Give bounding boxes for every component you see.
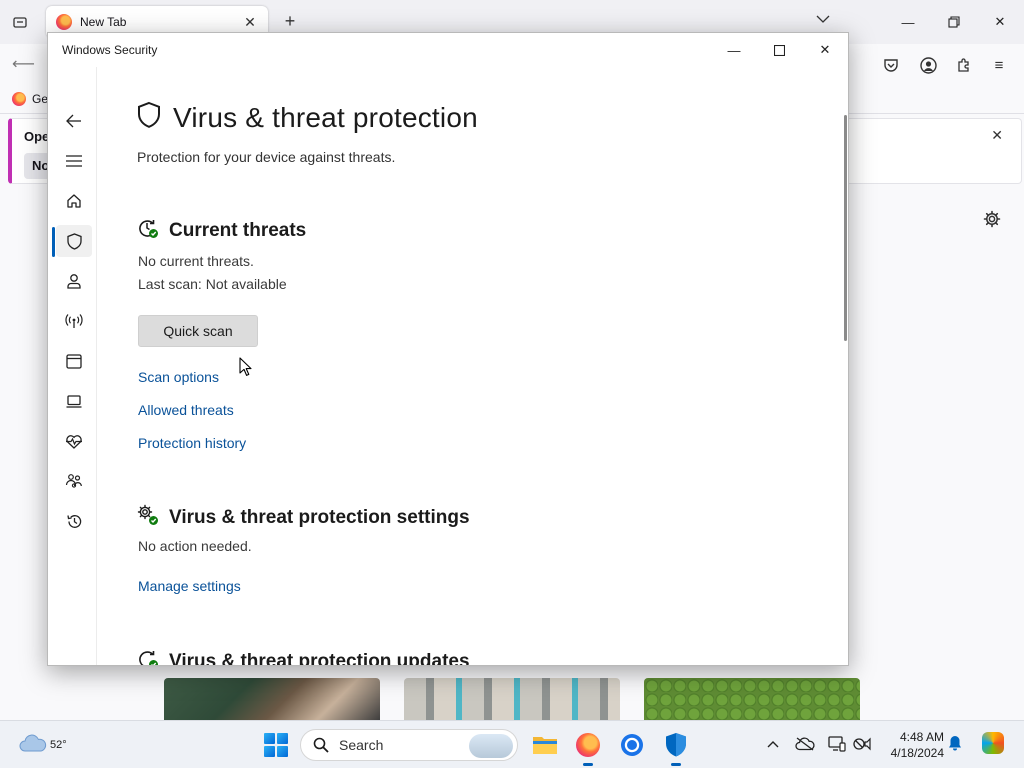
firefox-logo-icon (576, 733, 600, 757)
chevron-down-icon[interactable] (816, 11, 830, 27)
settings-status-text: No action needed. (138, 538, 252, 554)
story-thumbnail[interactable] (164, 678, 380, 722)
menu-icon[interactable] (56, 145, 92, 177)
bookmark-item[interactable]: Get (12, 92, 51, 106)
chrome-icon[interactable] (616, 729, 648, 761)
search-icon (313, 737, 329, 753)
account-icon[interactable] (917, 54, 939, 76)
active-nav-indicator (52, 227, 55, 257)
search-placeholder: Search (339, 737, 384, 753)
settings-gear-check-icon (137, 504, 159, 531)
windows-security-taskbar-icon[interactable] (660, 729, 692, 766)
cloud-icon (19, 734, 47, 752)
search-highlight-image (469, 734, 513, 758)
update-refresh-check-icon (137, 648, 159, 665)
page-title: Virus & threat protection (173, 101, 478, 133)
file-explorer-icon[interactable] (529, 729, 561, 761)
firefox-logo-icon (12, 92, 26, 106)
clock-time: 4:48 AM (899, 730, 944, 744)
clock-date: 4/18/2024 (890, 746, 944, 760)
quick-scan-button[interactable]: Quick scan (138, 315, 258, 347)
story-thumbnail[interactable] (644, 678, 860, 722)
back-arrow-icon[interactable]: ⟵ (12, 54, 35, 74)
scrollbar-thumb[interactable] (844, 115, 847, 341)
taskbar: 52° Search 4:48 AM 4/18/2024 (0, 720, 1024, 768)
new-tab-icon[interactable]: + (280, 11, 300, 31)
section-title: Current threats (169, 219, 307, 241)
pocket-icon[interactable] (880, 54, 902, 76)
mouse-cursor-icon (239, 357, 252, 376)
back-arrow-icon[interactable] (56, 105, 92, 137)
last-scan-text: Last scan: Not available (138, 276, 287, 292)
network-volume-icon[interactable] (852, 733, 874, 755)
restore-icon[interactable] (942, 10, 966, 34)
minimize-icon[interactable]: — (720, 39, 748, 61)
tab-close-icon[interactable]: ✕ (240, 12, 260, 32)
tab-title: New Tab (80, 15, 127, 29)
maximize-icon[interactable] (765, 39, 793, 61)
start-windows-icon[interactable] (264, 733, 288, 757)
window-title: Windows Security (62, 43, 158, 57)
window-titlebar[interactable]: Windows Security — ✕ (48, 33, 848, 67)
copilot-icon[interactable] (982, 732, 1004, 754)
page-subtitle: Protection for your device against threa… (137, 149, 396, 165)
threat-status-text: No current threats. (138, 253, 254, 269)
weather-widget[interactable]: 52° (18, 731, 67, 759)
extensions-icon[interactable] (953, 54, 975, 76)
history-icon[interactable] (56, 505, 92, 537)
notification-close-icon[interactable]: ✕ (991, 127, 1003, 144)
hamburger-menu-icon[interactable]: ≡ (988, 54, 1010, 76)
wireless-icon[interactable] (56, 305, 92, 337)
shield-icon (137, 101, 161, 134)
protection-settings-header: Virus & threat protection settings (137, 504, 470, 531)
taskbar-search[interactable]: Search (300, 729, 518, 761)
display-icon[interactable] (826, 733, 848, 755)
family-icon[interactable] (56, 465, 92, 497)
scan-options-link[interactable]: Scan options (138, 369, 219, 385)
heart-pulse-icon[interactable] (56, 425, 92, 457)
taskbar-clock[interactable]: 4:48 AM 4/18/2024 (880, 729, 944, 761)
close-icon[interactable]: ✕ (988, 10, 1012, 34)
firefox-logo-icon (56, 14, 72, 30)
section-title: Virus & threat protection updates (169, 650, 470, 666)
laptop-icon[interactable] (56, 385, 92, 417)
allowed-threats-link[interactable]: Allowed threats (138, 402, 234, 418)
nav-sidebar (48, 67, 97, 665)
story-thumbnail[interactable] (404, 678, 620, 722)
protection-updates-header: Virus & threat protection updates (137, 648, 470, 666)
firefox-icon[interactable] (572, 729, 604, 766)
onedrive-offline-icon[interactable] (794, 733, 816, 755)
newtab-settings-gear-icon[interactable] (983, 210, 1001, 233)
minimize-icon[interactable]: — (896, 10, 920, 34)
windows-security-window: Windows Security — ✕ Virus & threat prot… (47, 32, 849, 666)
tab-list-icon[interactable] (8, 10, 32, 34)
chevron-up-icon[interactable] (762, 733, 784, 755)
notification-bell-icon[interactable] (948, 735, 962, 754)
main-content: Virus & threat protection Protection for… (97, 67, 848, 666)
current-threats-header: Current threats (137, 217, 306, 244)
section-title: Virus & threat protection settings (169, 506, 470, 528)
settings-gear-icon[interactable] (56, 657, 92, 665)
app-browser-icon[interactable] (56, 345, 92, 377)
page-header: Virus & threat protection (137, 101, 478, 134)
scan-refresh-check-icon (137, 217, 159, 244)
home-icon[interactable] (56, 185, 92, 217)
person-icon[interactable] (56, 265, 92, 297)
weather-temp: 52° (50, 739, 67, 751)
manage-settings-link[interactable]: Manage settings (138, 578, 241, 594)
close-icon[interactable]: ✕ (811, 39, 839, 61)
shield-icon[interactable] (56, 225, 92, 257)
protection-history-link[interactable]: Protection history (138, 435, 246, 451)
